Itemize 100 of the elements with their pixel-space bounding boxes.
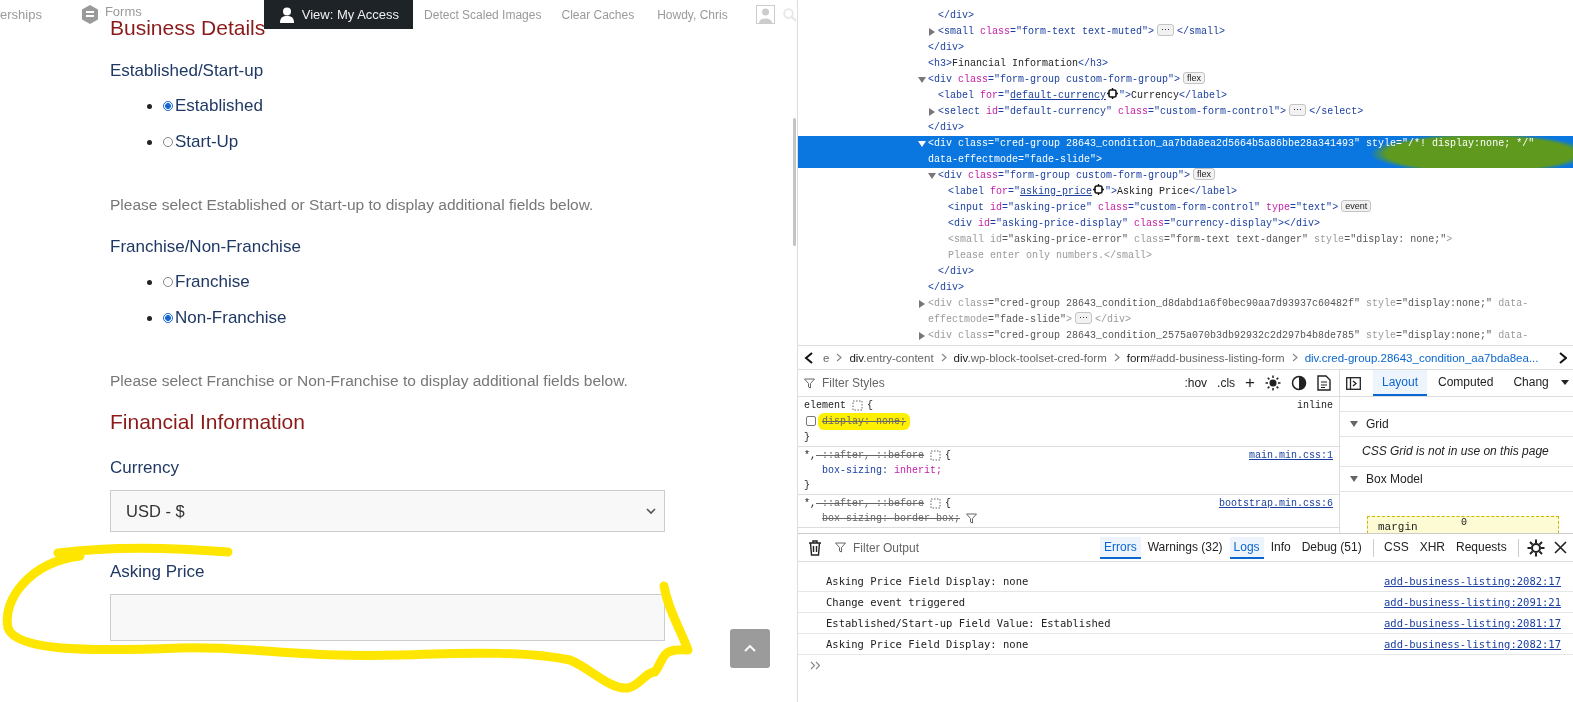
source-link[interactable]: add-business-listing:2082:17 <box>1384 638 1561 650</box>
markup-line[interactable]: <small id="asking-price-error" class="form-text text-danger" style="display: none;"> Please enter only numbers.</small> <box>798 232 1573 264</box>
filter-toggle[interactable]: Debug (51) <box>1297 536 1366 559</box>
markup-code: ">Asking Price</label> <box>1105 186 1238 197</box>
section-heading: Financial Information <box>110 409 305 435</box>
markup-code: <small id="asking-price-error" class="form-text text-danger" style="display: none;"> <box>948 234 1453 245</box>
panel-tab[interactable]: Computed <box>1429 370 1503 396</box>
markup-line[interactable]: <small class="form-text text-muted"> ⋯ </small> <box>798 24 1573 40</box>
markup-code: ">Currency</label> <box>1119 90 1228 101</box>
markup-code: <label for="default-currency <box>938 90 1107 101</box>
toolbar-button[interactable]: + <box>1245 376 1255 390</box>
markup-line[interactable]: <input id="asking-price" class="custom-form-control" type="text"> event <box>798 200 1573 216</box>
filter-toggle[interactable]: XHR <box>1415 536 1449 559</box>
option-label[interactable]: Established <box>175 96 263 116</box>
markup-code: effectmode="fade-slide"> <box>928 314 1073 325</box>
css-selector: *, ::after, ::before <box>804 449 925 463</box>
field-label: Currency <box>110 457 180 479</box>
markup-code: <div class="cred-group 28643_condition_2575a070b3db92932c2d297b4b8de785" style="display:none;" data- <box>928 330 1529 341</box>
node-badge[interactable]: ⋯ <box>1157 24 1175 36</box>
markup-line[interactable]: <h3>Financial Information</h3> <box>798 56 1573 72</box>
markup-line[interactable]: <select id="default-currency" class="custom-form-control"> ⋯ </select> <box>798 104 1573 120</box>
markup-line[interactable]: </div> <box>798 264 1573 280</box>
log-message: Established/Start-up Field Value: Established <box>826 617 1111 629</box>
toolbar-button[interactable]: :hov <box>1184 376 1208 390</box>
option-label[interactable]: Start-Up <box>175 132 239 152</box>
breadcrumb[interactable]: div.cred-group.28643_condition_aa7bda8ea... <box>1304 351 1539 364</box>
source-link[interactable]: add-business-listing:2081:17 <box>1384 617 1561 629</box>
stylesheet-link[interactable]: main.min.css:1 <box>1249 448 1333 463</box>
filter-toggle[interactable]: Info <box>1266 536 1295 559</box>
markup-line[interactable]: <div id="asking-price-display" class="currency-display"></div> <box>798 216 1573 232</box>
markup-line[interactable]: <label for="default-currency ">Currency</label> <box>798 88 1573 104</box>
filter-toggle[interactable]: Warnings (32) <box>1143 536 1227 559</box>
rule-origin: inline <box>1297 399 1333 413</box>
markup-line[interactable]: <label for="asking-price ">Asking Price</label> <box>798 184 1573 200</box>
markup-code: </div> <box>938 10 974 21</box>
section-header[interactable]: Box Model <box>1340 466 1573 492</box>
css-declaration: display: none; <box>818 413 911 430</box>
css-declaration: box-sizing: inherit; <box>822 464 943 478</box>
markup-line[interactable]: </div> <box>798 120 1573 136</box>
markup-code: <div class="form-group custom-form-group"> <box>928 74 1181 85</box>
markup-line[interactable]: </div> <box>798 40 1573 56</box>
panel-tab[interactable]: Layout <box>1373 370 1428 396</box>
markup-code: </small> <box>1177 26 1226 37</box>
help-text: Please select Established or Start-up to display additional fields below. <box>110 195 595 215</box>
box-value: 0 <box>1461 517 1467 528</box>
markup-code: </div> <box>928 282 964 293</box>
markup-line[interactable]: <div class="cred-group 28643_condition_2575a070b3db92932c2d297b4b8de785" style="display:none;" data- <box>798 328 1573 344</box>
section-header[interactable]: Grid <box>1340 411 1573 437</box>
breadcrumb[interactable]: form#add-business-listing-form <box>1126 351 1285 364</box>
markup-code: <h3>Financial Information</h3> <box>928 58 1109 69</box>
panel-tab[interactable]: Chang <box>1504 370 1558 396</box>
brace: { <box>945 497 952 511</box>
node-badge[interactable]: ⋯ <box>1289 104 1307 116</box>
markup-line[interactable]: </div> <box>798 280 1573 296</box>
option-label[interactable]: Franchise <box>175 272 250 292</box>
section-heading: Business Details <box>110 17 266 39</box>
option-label[interactable]: Non-Franchise <box>175 308 287 328</box>
help-text: Please select Franchise or Non-Franchise to display additional fields below. <box>110 371 629 391</box>
breadcrumb[interactable]: e <box>823 351 830 364</box>
markup-line[interactable]: <div class="form-group custom-form-group"> flex <box>798 168 1573 184</box>
filter-field[interactable]: Filter Output <box>851 539 1055 556</box>
node-badge[interactable]: flex <box>1193 168 1216 180</box>
view-access-button[interactable]: View: My Access <box>263 0 414 29</box>
field-label: Asking Price <box>110 561 206 583</box>
filter-toggle[interactable]: CSS <box>1379 536 1413 559</box>
markup-code: data-effectmode="fade-slide"> <box>928 154 1103 165</box>
markup-code: <div class="cred-group 28643_condition_aa7bda8ea2d5664b5a86bbe28a341493" style="/*! display:none; */" <box>928 138 1535 149</box>
markup-code: <select id="default-currency" class="custom-form-control"> <box>938 106 1287 117</box>
markup-code: <small class="form-text text-muted"> <box>938 26 1155 37</box>
markup-code: </div> <box>928 122 964 133</box>
section-title: Box Model <box>1366 472 1423 486</box>
markup-code: </div> <box>938 266 974 277</box>
field-label: Established/Start-up <box>110 60 265 82</box>
css-declaration: box-sizing: border-box; <box>822 512 961 526</box>
markup-line[interactable]: </div> <box>798 8 1573 24</box>
node-badge[interactable]: ⋯ <box>1075 312 1093 324</box>
filter-toggle[interactable]: Logs <box>1229 536 1264 559</box>
markup-code: <div class="cred-group 28643_condition_d8dabd1a6f0bec90aa7d93937c60482f" style="display:none;" data- <box>928 298 1529 309</box>
log-message: Asking Price Field Display: none <box>826 638 1029 650</box>
markup-code: <input id="asking-price" class="custom-form-control" type="text"> <box>948 202 1339 213</box>
breadcrumb[interactable]: div.entry-content <box>849 351 934 364</box>
css-selector: *, ::after, ::before <box>804 497 925 511</box>
markup-code: </div> <box>1095 314 1132 325</box>
toolbar-button[interactable]: .cls <box>1217 376 1236 390</box>
source-link[interactable]: add-business-listing:2082:17 <box>1384 575 1561 587</box>
stylesheet-link[interactable]: bootstrap.min.css:6 <box>1218 496 1333 511</box>
css-selector: element <box>804 399 846 413</box>
currency-select[interactable]: USD - $ <box>110 490 665 532</box>
filter-field[interactable]: Filter Styles <box>820 375 1024 391</box>
filter-toggle[interactable]: Requests <box>1452 536 1511 559</box>
node-badge[interactable]: flex <box>1183 72 1206 84</box>
box-label: margin <box>1378 521 1418 533</box>
markup-code: <div id="asking-price-display" class="currency-display"></div> <box>948 218 1321 229</box>
breadcrumb[interactable]: div.wp-block-toolset-cred-form <box>953 351 1107 364</box>
filter-toggle[interactable]: Errors <box>1100 536 1141 559</box>
source-link[interactable]: add-business-listing:2091:21 <box>1384 596 1561 608</box>
markup-line[interactable]: <div class="form-group custom-form-group"> flex <box>798 72 1573 88</box>
log-message: Asking Price Field Display: none <box>826 575 1029 587</box>
node-badge[interactable]: event <box>1341 200 1372 212</box>
markup-code: <div class="form-group custom-form-group"> <box>938 170 1191 181</box>
